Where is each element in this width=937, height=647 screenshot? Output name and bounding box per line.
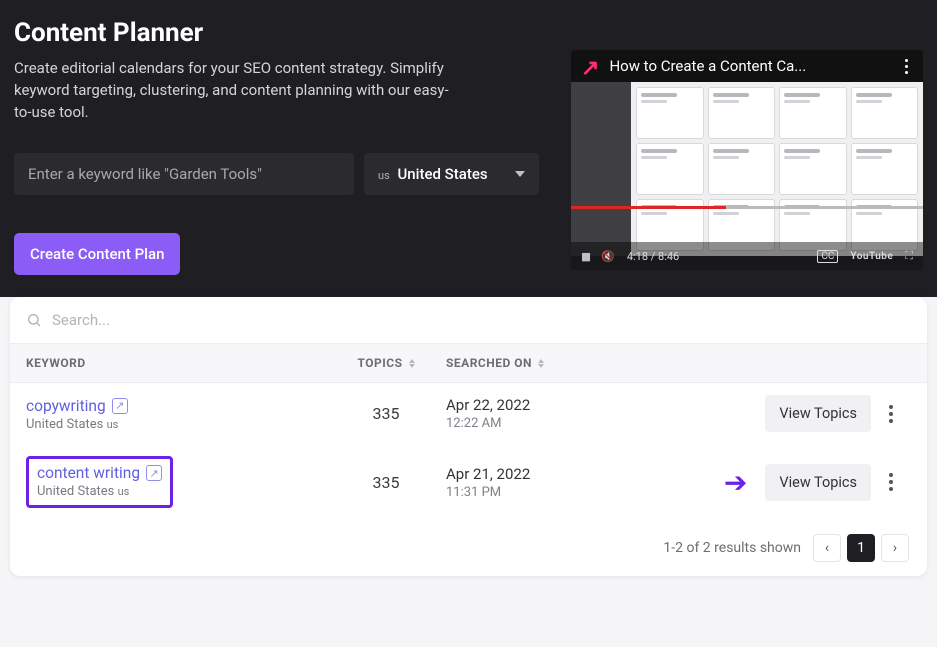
page-description: Create editorial calendars for your SEO …	[14, 58, 454, 123]
keyword-input[interactable]	[14, 153, 354, 195]
view-topics-button[interactable]: View Topics	[765, 464, 871, 501]
col-searched-on[interactable]: SEARCHED ON	[446, 356, 646, 370]
col-topics[interactable]: TOPICS	[326, 356, 446, 370]
hero-section: Content Planner Create editorial calenda…	[0, 0, 937, 297]
results-summary: 1-2 of 2 results shown	[663, 540, 801, 556]
mute-icon[interactable]: 🔇	[601, 250, 615, 263]
cc-icon[interactable]: CC	[817, 250, 838, 263]
video-title: How to Create a Content Ca...	[609, 57, 889, 75]
country-code: us	[378, 169, 390, 182]
view-topics-button[interactable]: View Topics	[765, 395, 871, 432]
searched-time: 11:31 PM	[446, 485, 646, 500]
keyword-location: United States us	[37, 484, 162, 499]
page-title: Content Planner	[14, 18, 547, 48]
page-number-button[interactable]: 1	[847, 534, 875, 562]
chevron-down-icon	[515, 171, 525, 177]
pagination: 1-2 of 2 results shown ‹ 1 ›	[10, 520, 927, 562]
keyword-location: United States us	[26, 417, 326, 432]
video-time: 4:18 / 8:46	[627, 250, 679, 263]
col-keyword[interactable]: KEYWORD	[26, 356, 326, 370]
annotation-arrow-icon: ➔	[724, 466, 747, 499]
keyword-link[interactable]: copywriting ↗	[26, 397, 128, 415]
tutorial-video[interactable]: ↗ How to Create a Content Ca... ▮▮ 🔇 4:1…	[571, 50, 923, 270]
row-menu-icon[interactable]	[883, 399, 899, 429]
country-name: United States	[397, 165, 487, 183]
table-header: KEYWORD TOPICS SEARCHED ON	[10, 343, 927, 383]
topics-count: 335	[326, 473, 446, 492]
table-row: copywriting ↗ United States us 335 Apr 2…	[10, 383, 927, 444]
pause-icon[interactable]: ▮▮	[581, 250, 589, 263]
results-panel: KEYWORD TOPICS SEARCHED ON copywriting ↗…	[10, 297, 927, 576]
fullscreen-icon[interactable]: ⛶	[905, 249, 913, 263]
searched-time: 12:22 AM	[446, 416, 646, 431]
search-icon	[26, 312, 42, 328]
prev-page-button[interactable]: ‹	[813, 534, 841, 562]
create-content-plan-button[interactable]: Create Content Plan	[14, 233, 180, 275]
youtube-logo[interactable]: YouTube	[850, 251, 893, 262]
next-page-button[interactable]: ›	[881, 534, 909, 562]
share-arrow-icon: ↗	[581, 56, 599, 81]
table-search-input[interactable]	[52, 311, 911, 329]
external-link-icon[interactable]: ↗	[112, 398, 128, 414]
table-row: content writing ↗ United States us 335 A…	[10, 444, 927, 520]
video-progress-bar[interactable]	[571, 206, 923, 209]
searched-date: Apr 21, 2022	[446, 465, 646, 483]
keyword-link[interactable]: content writing ↗	[37, 464, 162, 482]
country-select[interactable]: us United States	[364, 153, 539, 195]
row-menu-icon[interactable]	[883, 467, 899, 497]
video-menu-icon[interactable]	[899, 59, 913, 74]
external-link-icon[interactable]: ↗	[146, 465, 162, 481]
topics-count: 335	[326, 404, 446, 423]
searched-date: Apr 22, 2022	[446, 396, 646, 414]
video-controls: ▮▮ 🔇 4:18 / 8:46 CC YouTube ⛶	[571, 242, 923, 270]
